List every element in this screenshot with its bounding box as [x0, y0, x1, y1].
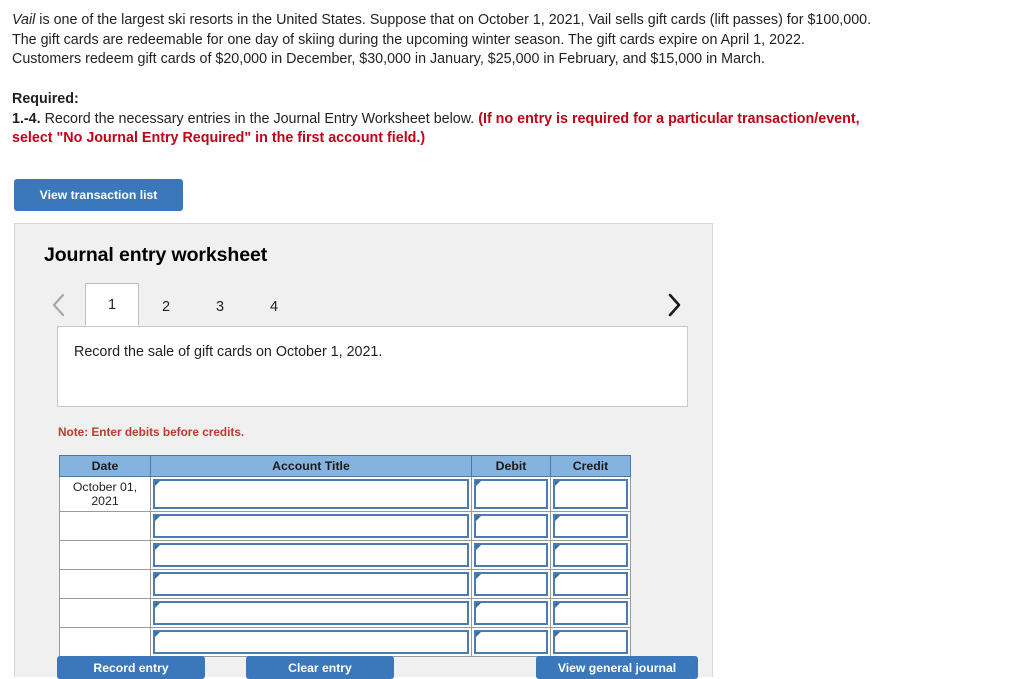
account-title-input[interactable]	[153, 601, 469, 625]
credit-input[interactable]	[553, 572, 628, 596]
problem-sentence-1: is one of the largest ski resorts in the…	[35, 12, 872, 28]
account-title-cell[interactable]	[150, 569, 472, 599]
credit-input[interactable]	[553, 479, 628, 509]
date-cell	[59, 511, 151, 541]
table-row	[59, 598, 631, 628]
account-title-input[interactable]	[153, 543, 469, 567]
company-name: Vail	[12, 12, 36, 28]
account-title-cell[interactable]	[150, 511, 472, 541]
journal-entry-table: Date Account Title Debit Credit October …	[59, 455, 631, 657]
date-cell	[59, 598, 151, 628]
tab-1[interactable]: 1	[85, 283, 139, 326]
problem-statement: Vail is one of the largest ski resorts i…	[12, 11, 1002, 70]
worksheet-title: Journal entry worksheet	[44, 244, 268, 266]
chevron-left-icon[interactable]	[43, 289, 73, 321]
account-title-cell[interactable]	[150, 627, 472, 657]
required-section: Required: 1.-4. Record the necessary ent…	[12, 90, 1002, 149]
debit-input[interactable]	[474, 543, 548, 567]
debit-input[interactable]	[474, 630, 548, 654]
account-title-input[interactable]	[153, 630, 469, 654]
view-general-journal-button[interactable]: View general journal	[536, 656, 698, 679]
column-header-credit: Credit	[550, 455, 631, 477]
column-header-debit: Debit	[471, 455, 551, 477]
credit-input[interactable]	[553, 601, 628, 625]
credit-input[interactable]	[553, 630, 628, 654]
credit-cell[interactable]	[550, 511, 631, 541]
account-title-input[interactable]	[153, 479, 469, 509]
tab-2[interactable]: 2	[139, 288, 193, 326]
tab-3[interactable]: 3	[193, 288, 247, 326]
column-header-date: Date	[59, 455, 151, 477]
journal-entry-worksheet-panel: Journal entry worksheet 1 2 3 4 Record t…	[14, 223, 713, 679]
debit-cell[interactable]	[471, 511, 551, 541]
debit-input[interactable]	[474, 479, 548, 509]
table-row	[59, 569, 631, 599]
credit-cell[interactable]	[550, 540, 631, 570]
account-title-cell[interactable]	[150, 476, 472, 512]
table-row: October 01, 2021	[59, 476, 631, 512]
required-item-text: Record the necessary entries in the Jour…	[40, 110, 479, 127]
date-cell	[59, 627, 151, 657]
clear-entry-button[interactable]: Clear entry	[246, 656, 394, 679]
worksheet-tabs: 1 2 3 4	[85, 283, 301, 326]
debit-cell[interactable]	[471, 569, 551, 599]
account-title-input[interactable]	[153, 514, 469, 538]
tab-4[interactable]: 4	[247, 288, 301, 326]
date-cell: October 01, 2021	[59, 476, 151, 512]
table-row	[59, 540, 631, 570]
debits-before-credits-note: Note: Enter debits before credits.	[58, 425, 245, 439]
debit-cell[interactable]	[471, 598, 551, 628]
account-title-cell[interactable]	[150, 598, 472, 628]
credit-cell[interactable]	[550, 476, 631, 512]
required-alert-line-1: (If no entry is required for a particula…	[478, 110, 860, 127]
chevron-right-icon[interactable]	[658, 289, 688, 321]
credit-cell[interactable]	[550, 627, 631, 657]
debit-input[interactable]	[474, 572, 548, 596]
required-alert-line-2: select "No Journal Entry Required" in th…	[12, 130, 426, 147]
transaction-description-box: Record the sale of gift cards on October…	[57, 326, 688, 407]
account-title-input[interactable]	[153, 572, 469, 596]
credit-input[interactable]	[553, 543, 628, 567]
credit-cell[interactable]	[550, 598, 631, 628]
table-row	[59, 511, 631, 541]
credit-cell[interactable]	[550, 569, 631, 599]
debit-cell[interactable]	[471, 627, 551, 657]
table-row	[59, 627, 631, 657]
debit-cell[interactable]	[471, 476, 551, 512]
table-header-row: Date Account Title Debit Credit	[59, 455, 631, 477]
debit-input[interactable]	[474, 514, 548, 538]
record-entry-button[interactable]: Record entry	[57, 656, 205, 679]
required-item-number: 1.-4.	[12, 110, 41, 127]
column-header-account-title: Account Title	[150, 455, 472, 477]
date-cell	[59, 540, 151, 570]
credit-input[interactable]	[553, 514, 628, 538]
required-heading: Required:	[12, 91, 79, 107]
worksheet-tabstrip: 1 2 3 4	[43, 283, 688, 326]
account-title-cell[interactable]	[150, 540, 472, 570]
transaction-description-text: Record the sale of gift cards on October…	[74, 344, 383, 360]
debit-input[interactable]	[474, 601, 548, 625]
problem-sentence-3: Customers redeem gift cards of $20,000 i…	[12, 51, 765, 68]
debit-cell[interactable]	[471, 540, 551, 570]
date-cell	[59, 569, 151, 599]
view-transaction-list-button[interactable]: View transaction list	[14, 179, 183, 211]
problem-sentence-2: The gift cards are redeemable for one da…	[12, 31, 805, 48]
